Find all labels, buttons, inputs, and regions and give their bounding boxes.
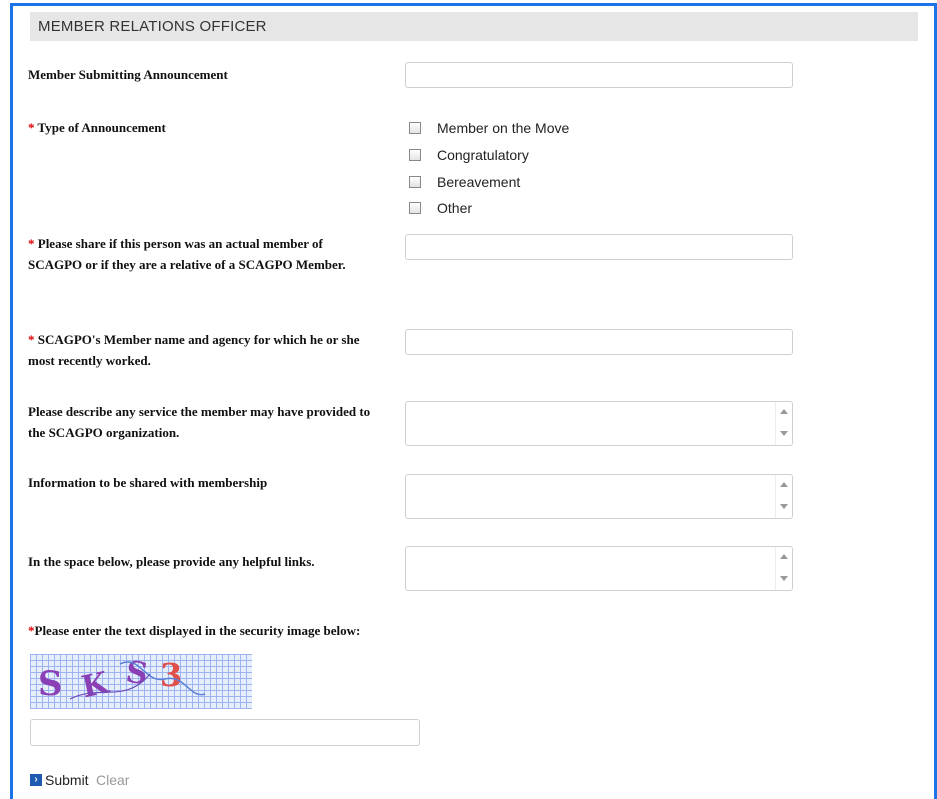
scroll-down-arrow-icon[interactable] <box>780 576 788 581</box>
captcha-image: S K S 3 <box>30 654 252 709</box>
checkbox-label: Other <box>437 200 473 216</box>
form-frame: MEMBER RELATIONS OFFICER Member Submitti… <box>10 3 937 799</box>
scrollbar[interactable] <box>775 475 792 518</box>
scroll-down-arrow-icon[interactable] <box>780 431 788 436</box>
scroll-up-arrow-icon[interactable] <box>780 482 788 487</box>
captcha-label: *Please enter the text displayed in the … <box>28 623 361 638</box>
member-name-agency-label: * SCAGPO's Member name and agency for wh… <box>28 332 360 368</box>
captcha-noise-lines <box>69 661 206 700</box>
checkbox-label: Bereavement <box>437 174 521 190</box>
submit-button[interactable]: Submit <box>45 772 89 788</box>
checkbox[interactable] <box>409 122 421 134</box>
scroll-up-arrow-icon[interactable] <box>780 554 788 559</box>
section-header: MEMBER RELATIONS OFFICER <box>30 12 918 41</box>
checkbox-label: Congratulatory <box>437 147 529 163</box>
checkbox[interactable] <box>409 176 421 188</box>
checkbox-label: Member on the Move <box>437 120 570 136</box>
actual-member-input[interactable] <box>405 234 793 260</box>
service-label: Please describe any service the member m… <box>28 404 371 440</box>
section-title: MEMBER RELATIONS OFFICER <box>38 18 267 35</box>
helpful-links-label: In the space below, please provide any h… <box>28 554 315 569</box>
captcha-input[interactable] <box>30 719 420 746</box>
scrollbar[interactable] <box>775 402 792 445</box>
member-submitting-input[interactable] <box>405 62 793 88</box>
member-name-agency-input[interactable] <box>405 329 793 355</box>
scroll-down-arrow-icon[interactable] <box>780 504 788 509</box>
scrollbar[interactable] <box>775 547 792 590</box>
checkbox[interactable] <box>409 149 421 161</box>
info-shared-textarea[interactable] <box>405 474 793 519</box>
checkbox[interactable] <box>409 202 421 214</box>
scroll-up-arrow-icon[interactable] <box>780 409 788 414</box>
service-textarea[interactable] <box>405 401 793 446</box>
clear-button[interactable]: Clear <box>96 772 129 788</box>
helpful-links-textarea[interactable] <box>405 546 793 591</box>
actual-member-label: * Please share if this person was an act… <box>28 236 346 272</box>
type-of-announcement-label: * Type of Announcement <box>28 120 166 135</box>
info-shared-label: Information to be shared with membership <box>28 475 268 490</box>
chevron-right-icon[interactable]: › <box>30 774 42 786</box>
member-submitting-label: Member Submitting Announcement <box>28 67 228 82</box>
